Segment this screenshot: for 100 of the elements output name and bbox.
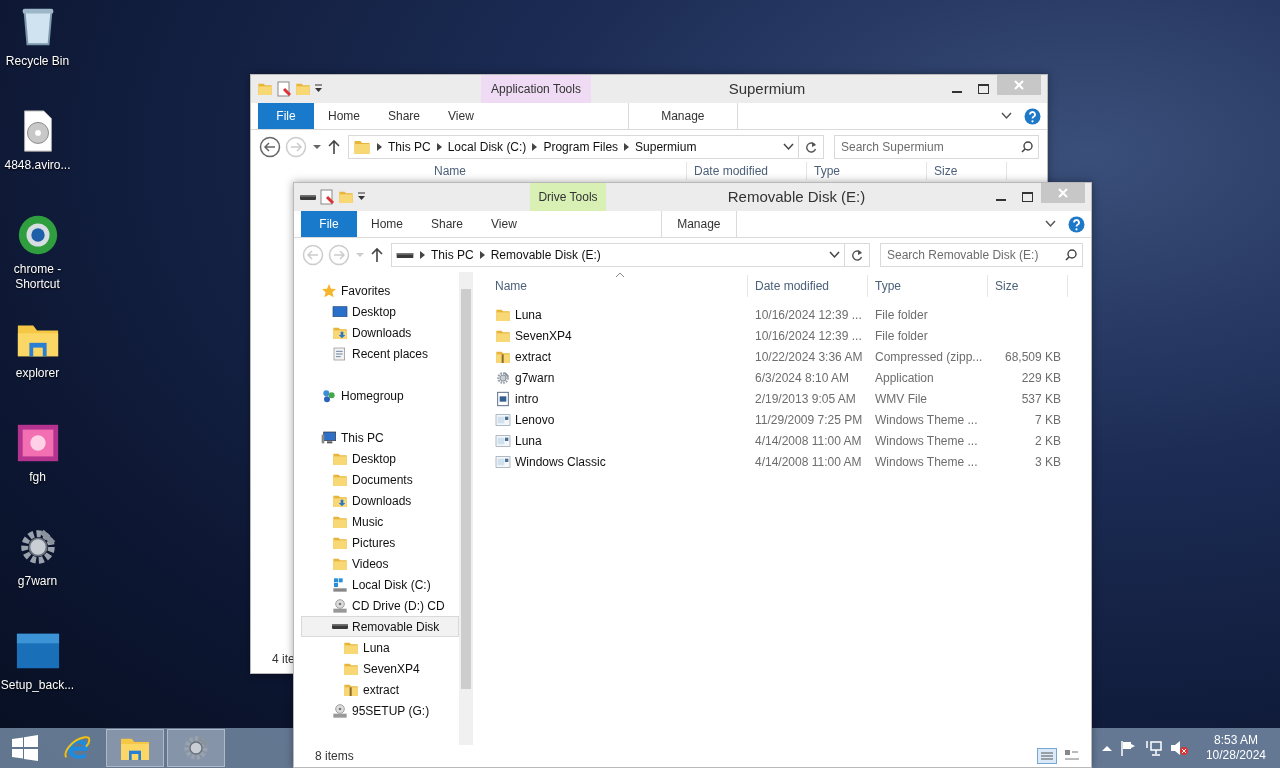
column-header[interactable]: Name — [415, 162, 687, 180]
column-header[interactable]: Type — [868, 275, 988, 297]
clock[interactable]: 8:53 AM 10/28/2024 — [1205, 733, 1266, 763]
nav-item-label: SevenXP4 — [363, 660, 420, 678]
taskbar-app-button[interactable] — [106, 729, 164, 767]
breadcrumb-item[interactable]: Supermium — [635, 138, 697, 156]
drive-icon — [396, 252, 414, 258]
dropdown-caret-icon[interactable] — [829, 251, 840, 259]
document-icon — [332, 345, 348, 362]
file-date: 10/16/2024 12:39 ... — [754, 306, 863, 324]
desktop-icon-label[interactable]: chrome - Shortcut — [0, 262, 75, 292]
nav-item[interactable]: Local Disk (C:) — [301, 574, 459, 595]
scrollbar[interactable] — [459, 272, 473, 745]
nav-item[interactable]: Desktop — [301, 301, 459, 322]
ribbon-tab[interactable]: Home — [314, 103, 374, 129]
nav-item[interactable]: Music — [301, 511, 459, 532]
ribbon-tab[interactable]: View — [434, 103, 488, 129]
caret-up-icon[interactable] — [1101, 744, 1112, 752]
desktop-icon-label[interactable]: 4848.aviro... — [4, 158, 71, 173]
dropdown-caret-icon[interactable] — [783, 143, 794, 151]
properties-icon[interactable] — [319, 189, 335, 205]
nav-item[interactable]: Recent places — [301, 343, 459, 364]
network-icon[interactable] — [1143, 740, 1162, 756]
nav-item[interactable]: Documents — [301, 469, 459, 490]
breadcrumb-item[interactable]: Local Disk (C:) — [447, 138, 527, 156]
file-row[interactable]: extract 10/22/2024 3:36 AM Compressed (zipp... 68,509 KB — [476, 346, 1091, 367]
breadcrumb-item[interactable]: This PC — [388, 138, 431, 156]
breadcrumb-item[interactable]: Removable Disk (E:) — [490, 246, 601, 264]
up-arrow-icon[interactable] — [327, 139, 341, 155]
flag-icon[interactable] — [1119, 740, 1136, 756]
file-name: Luna — [515, 306, 542, 324]
theme-file-icon — [495, 411, 511, 428]
nav-item[interactable]: Desktop — [301, 448, 459, 469]
desktop-icon-label[interactable]: Recycle Bin — [5, 54, 70, 69]
address-bar[interactable]: This PC Local Disk (C:) Program Files Supermium — [348, 135, 799, 159]
nav-item[interactable]: Luna — [301, 637, 459, 658]
file-type: Application — [874, 369, 935, 387]
ribbon-tab[interactable]: Home — [357, 211, 417, 237]
file-row[interactable]: Windows Classic 4/14/2008 11:00 AM Windows Theme ... 3 KB — [476, 451, 1091, 472]
nav-item[interactable]: This PC — [301, 427, 459, 448]
desktop-icon-label[interactable]: explorer — [15, 366, 60, 381]
nav-item[interactable]: CD Drive (D:) CD — [301, 595, 459, 616]
refresh-icon — [851, 249, 863, 261]
nav-item[interactable]: Removable Disk — [301, 616, 459, 637]
dropdown-caret-icon[interactable] — [311, 142, 323, 152]
ribbon-tab[interactable]: View — [477, 211, 531, 237]
maximize-icon — [978, 84, 989, 94]
file-name: Lenovo — [515, 411, 555, 429]
file-name: intro — [515, 390, 539, 408]
taskbar-app-button[interactable] — [167, 729, 225, 767]
file-row[interactable]: g7warn 6/3/2024 8:10 AM Application 229 KB — [476, 367, 1091, 388]
nav-item[interactable]: 95SETUP (G:) — [301, 700, 459, 721]
folder-icon — [295, 81, 311, 97]
nav-item[interactable]: SevenXP4 — [301, 658, 459, 679]
ribbon-tab[interactable]: File — [258, 103, 314, 129]
breadcrumb-item[interactable]: This PC — [431, 246, 474, 264]
ribbon-tab[interactable]: File — [301, 211, 357, 237]
nav-item[interactable]: Favorites — [301, 280, 459, 301]
refresh-button[interactable] — [845, 243, 870, 267]
file-row[interactable]: intro 2/19/2013 9:05 AM WMV File 537 KB — [476, 388, 1091, 409]
file-row[interactable]: Luna 10/16/2024 12:39 ... File folder — [476, 304, 1091, 325]
chevron-icon[interactable] — [1045, 220, 1056, 228]
ribbon-tab[interactable]: Share — [374, 103, 435, 129]
ribbon-tab[interactable]: Manage — [627, 103, 738, 129]
ribbon-tab[interactable]: Manage — [660, 211, 737, 237]
column-header[interactable]: Type — [807, 162, 927, 180]
column-header[interactable]: Date modified — [687, 162, 807, 180]
theme-file-icon — [495, 453, 511, 470]
file-row[interactable]: Lenovo 11/29/2009 7:25 PM Windows Theme ... 7 KB — [476, 409, 1091, 430]
help-icon[interactable] — [1068, 215, 1085, 233]
nav-item[interactable]: Downloads — [301, 322, 459, 343]
desktop-icon-label[interactable]: g7warn — [17, 574, 58, 589]
desktop-icon-label[interactable]: Setup_back... — [0, 678, 75, 693]
nav-item[interactable]: Pictures — [301, 532, 459, 553]
file-row[interactable]: SevenXP4 10/16/2024 12:39 ... File folder — [476, 325, 1091, 346]
nav-item-label: Videos — [352, 555, 389, 573]
nav-item[interactable]: Videos — [301, 553, 459, 574]
nav-item-label: extract — [363, 681, 399, 699]
desktop-icon-label[interactable]: fgh — [29, 470, 46, 485]
chevron-right-icon — [420, 251, 425, 259]
refresh-icon — [805, 141, 817, 153]
help-icon[interactable] — [1024, 107, 1041, 125]
chevron-right-icon — [532, 143, 538, 151]
column-header[interactable]: Size — [927, 162, 1007, 180]
column-header[interactable]: Size — [988, 275, 1068, 297]
breadcrumb-item[interactable]: Program Files — [543, 138, 619, 156]
up-arrow-icon[interactable] — [370, 247, 384, 263]
file-row[interactable]: Luna 4/14/2008 11:00 AM Windows Theme ... 2 KB — [476, 430, 1091, 451]
speaker-muted-icon[interactable] — [1169, 740, 1188, 756]
column-header[interactable]: Name — [476, 275, 748, 297]
properties-icon[interactable] — [276, 81, 292, 97]
nav-item[interactable]: Downloads — [301, 490, 459, 511]
refresh-button[interactable] — [799, 135, 824, 159]
nav-item[interactable]: Homegroup — [301, 385, 459, 406]
window-title: Supermium — [727, 78, 807, 99]
column-header[interactable]: Date modified — [748, 275, 868, 297]
ribbon-tab[interactable]: Share — [417, 211, 478, 237]
chevron-icon[interactable] — [1001, 112, 1012, 120]
address-bar[interactable]: This PC Removable Disk (E:) — [391, 243, 845, 267]
nav-item[interactable]: extract — [301, 679, 459, 700]
